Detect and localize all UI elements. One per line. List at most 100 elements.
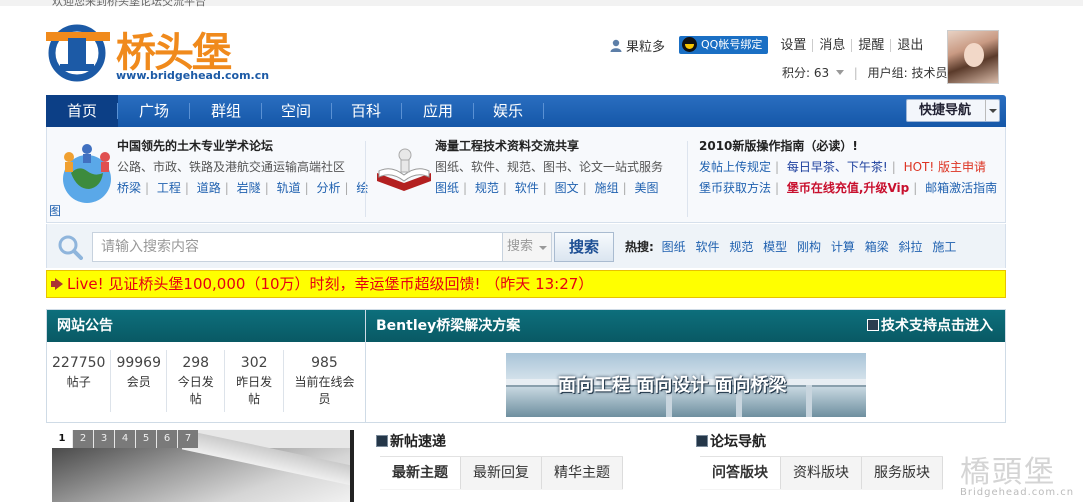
tag-link[interactable]: 工程: [157, 181, 181, 195]
tag-divider: |: [224, 181, 229, 195]
coins-recharge-link[interactable]: 堡币在线充值,升级Vip: [787, 181, 909, 195]
posting-rules-link[interactable]: 发帖上传规定: [699, 160, 771, 174]
hot-keyword[interactable]: 箱梁: [865, 240, 889, 254]
search-button[interactable]: 搜索: [554, 232, 614, 262]
tag-link[interactable]: 图文: [555, 181, 579, 195]
user-meta: 积分: 63 | 用户组: 技术员: [782, 64, 948, 81]
tab-resource-boards[interactable]: 资料版块: [781, 457, 862, 489]
stat-label: 今日发帖: [177, 375, 214, 406]
image-slider[interactable]: 1 2 3 4 5 6 7: [52, 430, 354, 502]
nav-item-square[interactable]: 广场: [118, 95, 190, 127]
tag-link[interactable]: 美图: [634, 181, 658, 195]
tag-link[interactable]: 分析: [316, 181, 340, 195]
tag-divider: |: [622, 181, 627, 195]
slider-dot[interactable]: 2: [73, 430, 93, 448]
tab-latest-replies[interactable]: 最新回复: [461, 457, 542, 489]
reminders-link[interactable]: 提醒: [851, 38, 890, 52]
slider-dot[interactable]: 3: [94, 430, 114, 448]
tag-link[interactable]: 轨道: [277, 181, 301, 195]
points-menu[interactable]: 积分: 63: [782, 66, 829, 80]
tab-service-boards[interactable]: 服务版块: [862, 457, 943, 489]
hot-searches-label: 热搜:: [625, 240, 654, 254]
avatar[interactable]: [947, 30, 999, 84]
qq-penguin-icon: [682, 37, 698, 52]
tea-link[interactable]: 每日早茶、下午茶!: [787, 160, 888, 174]
quick-nav-dropdown[interactable]: 快捷导航: [906, 99, 1000, 122]
hot-keyword[interactable]: 软件: [695, 240, 719, 254]
tag-divider: |: [344, 181, 349, 195]
quick-nav-label: 快捷导航: [919, 103, 972, 118]
tag-link[interactable]: 道路: [197, 181, 221, 195]
guide-title[interactable]: 2010新版操作指南（必读）!: [699, 137, 997, 154]
tag-link[interactable]: 岩隧: [237, 181, 261, 195]
stat-label: 帖子: [66, 375, 91, 389]
stat-posts: 227750 帖子: [47, 350, 112, 412]
bentley-panel: Bentley桥梁解决方案 技术支持点击进入 面向工程 面向设计 面向桥梁: [366, 309, 1006, 423]
nav-item-entertainment[interactable]: 娱乐: [472, 95, 544, 127]
search-bar: 请输入搜索内容 搜索 搜索 热搜: 图纸 软件 规范 模型 刚构 计算 箱梁 斜…: [46, 224, 1006, 268]
nav-item-groups[interactable]: 群组: [190, 95, 262, 127]
hot-keyword[interactable]: 斜拉: [899, 240, 923, 254]
stat-value: 298: [182, 355, 210, 371]
link-divider: |: [775, 181, 780, 195]
user-icon: [610, 39, 622, 52]
tag-link-wrap[interactable]: 图: [49, 202, 61, 219]
site-logo[interactable]: 桥头堡 www.bridgehead.com.cn: [46, 20, 269, 90]
hot-keyword[interactable]: 施工: [932, 240, 956, 254]
hot-keyword[interactable]: 计算: [831, 240, 855, 254]
stat-label: 昨日发帖: [236, 375, 273, 406]
slider-dot[interactable]: 1: [52, 430, 72, 448]
email-activate-link[interactable]: 邮箱激活指南: [925, 181, 997, 195]
tag-link[interactable]: 绘: [356, 181, 368, 195]
stat-today-posts: 298 今日发帖: [167, 350, 226, 412]
forum-nav-title: 论坛导航: [696, 431, 766, 451]
link-divider: |: [891, 160, 896, 174]
hot-keyword[interactable]: 图纸: [662, 240, 686, 254]
moderator-apply-link[interactable]: HOT! 版主申请: [904, 160, 986, 174]
search-scope-select[interactable]: 搜索: [502, 232, 552, 262]
resources-intro-title[interactable]: 海量工程技术资料交流共享: [435, 137, 663, 154]
bentley-title[interactable]: Bentley桥梁解决方案: [376, 318, 520, 334]
slider-dot[interactable]: 7: [178, 430, 198, 448]
qq-bind-label: QQ帐号绑定: [701, 38, 763, 51]
tag-link[interactable]: 图纸: [435, 181, 459, 195]
link-divider: |: [775, 160, 780, 174]
hot-keyword[interactable]: 规范: [729, 240, 753, 254]
coins-howto-link[interactable]: 堡币获取方法: [699, 181, 771, 195]
guide-block: 2010新版操作指南（必读）! 发帖上传规定 | 每日早茶、下午茶! | HOT! …: [699, 137, 997, 200]
username[interactable]: 果粒多: [626, 36, 665, 55]
nav-item-apps[interactable]: 应用: [402, 95, 474, 127]
tag-link[interactable]: 桥梁: [117, 181, 141, 195]
stat-label: 当前在线会员: [294, 375, 355, 406]
tab-qa-boards[interactable]: 问答版块: [700, 457, 781, 489]
site-notice-title[interactable]: 网站公告: [47, 310, 365, 342]
hot-keyword[interactable]: 刚构: [797, 240, 821, 254]
tag-link[interactable]: 施组: [595, 181, 619, 195]
tag-link[interactable]: 规范: [475, 181, 499, 195]
hot-searches: 热搜: 图纸 软件 规范 模型 刚构 计算 箱梁 斜拉 施工: [625, 238, 962, 255]
tab-latest-topics[interactable]: 最新主题: [380, 457, 461, 489]
logout-link[interactable]: 退出: [890, 38, 929, 52]
nav-item-space[interactable]: 空间: [260, 95, 332, 127]
tech-support-link[interactable]: 技术支持点击进入: [867, 310, 993, 342]
messages-link[interactable]: 消息: [812, 38, 851, 52]
settings-link[interactable]: 设置: [774, 39, 812, 52]
nav-item-home[interactable]: 首页: [46, 95, 118, 127]
tag-link[interactable]: 软件: [515, 181, 539, 195]
logo-emblem-icon: [46, 24, 110, 82]
slider-dot[interactable]: 5: [136, 430, 156, 448]
slider-dot[interactable]: 4: [115, 430, 135, 448]
bentley-banner[interactable]: 面向工程 面向设计 面向桥梁: [506, 353, 866, 417]
tab-featured-topics[interactable]: 精华主题: [542, 457, 623, 489]
forum-intro-title[interactable]: 中国领先的土木专业学术论坛: [117, 137, 368, 154]
announcement-bar[interactable]: Live! 见证桥头堡100,000（10万）时刻，幸运堡币超级回馈! （昨天 …: [46, 270, 1006, 298]
hot-keyword[interactable]: 模型: [763, 240, 787, 254]
slider-dot[interactable]: 6: [157, 430, 177, 448]
bridge-pier-graphic: [806, 385, 812, 417]
tag-divider: |: [304, 181, 309, 195]
nav-item-wiki[interactable]: 百科: [330, 95, 402, 127]
qq-bind-button[interactable]: QQ帐号绑定: [679, 36, 769, 54]
search-input[interactable]: 请输入搜索内容: [92, 232, 504, 262]
forum-intro-block: 中国领先的土木专业学术论坛 公路、市政、铁路及港航交通运输高端社区 桥梁 | 工程…: [117, 137, 368, 200]
chevron-down-icon: [835, 70, 844, 75]
